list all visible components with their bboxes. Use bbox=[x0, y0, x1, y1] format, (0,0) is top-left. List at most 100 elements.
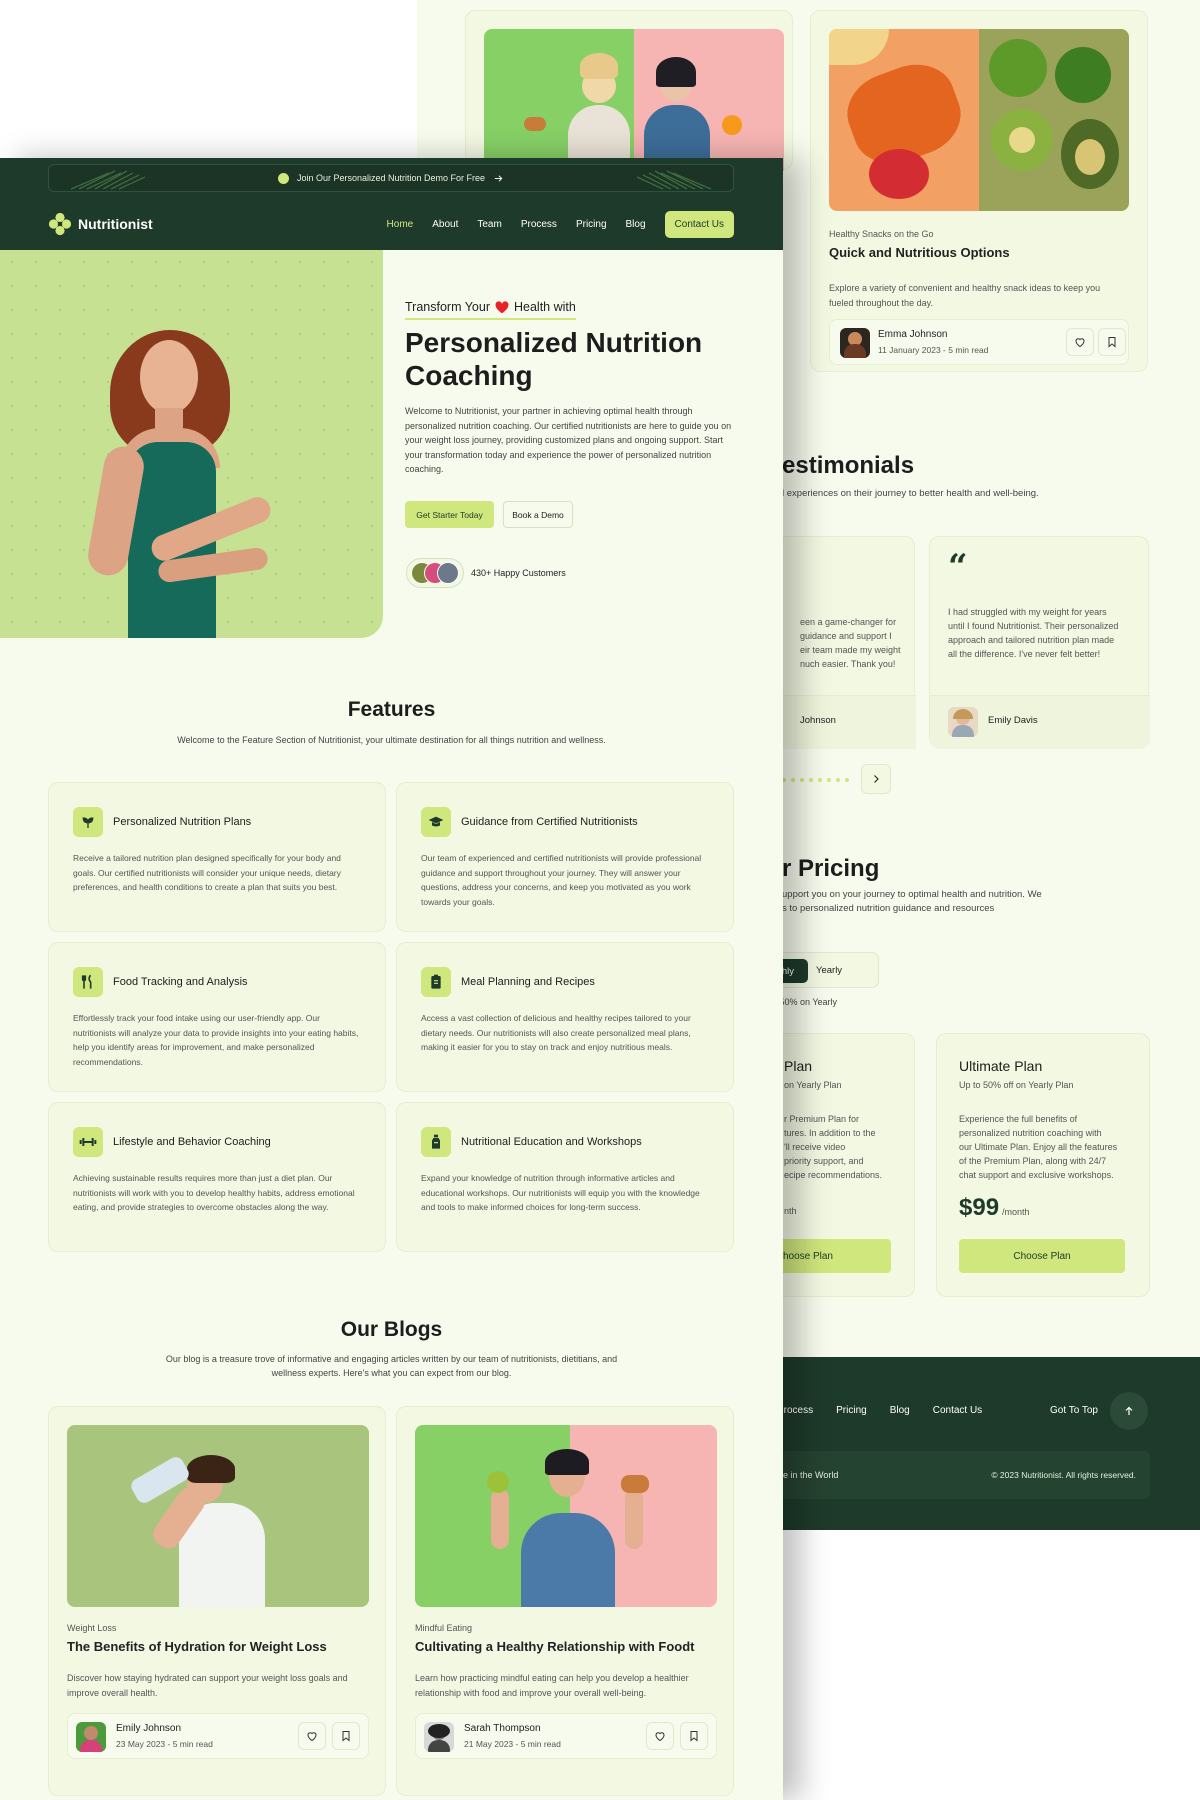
footer-link-blog[interactable]: Blog bbox=[890, 1405, 910, 1416]
nav-blog[interactable]: Blog bbox=[626, 219, 646, 230]
heart-icon bbox=[1075, 338, 1085, 348]
toggle-yearly[interactable]: Yearly bbox=[816, 965, 842, 976]
plan-price-period: nth bbox=[784, 1206, 797, 1216]
hero-image bbox=[0, 250, 383, 638]
avatar bbox=[840, 328, 870, 358]
announcement-banner[interactable]: Join Our Personalized Nutrition Demo For… bbox=[48, 164, 734, 192]
post-meta: 21 May 2023 - 5 min read bbox=[464, 1739, 561, 1749]
blog-author-bar: Emily Johnson 23 May 2023 - 5 min read bbox=[67, 1713, 369, 1759]
nav-process[interactable]: Process bbox=[521, 219, 557, 230]
blog-category: Mindful Eating bbox=[415, 1623, 473, 1633]
testimonial-line: all the difference. I've never felt bett… bbox=[948, 649, 1101, 659]
choose-plan-button[interactable]: Choose Plan bbox=[959, 1239, 1125, 1273]
feature-description: Achieving sustainable results requires m… bbox=[73, 1173, 355, 1212]
blog-description: Discover how staying hydrated can suppor… bbox=[67, 1673, 348, 1698]
blog-title[interactable]: Cultivating a Healthy Relationship with … bbox=[415, 1639, 695, 1654]
bookmark-button[interactable] bbox=[680, 1722, 708, 1750]
feature-card: Personalized Nutrition Plans Receive a t… bbox=[48, 782, 386, 932]
tagline-end: Health with bbox=[514, 300, 576, 314]
blog-card-back-2[interactable]: Healthy Snacks on the Go Quick and Nutri… bbox=[810, 10, 1148, 372]
plan-line: personalized nutrition coaching with bbox=[959, 1128, 1102, 1138]
contact-button[interactable]: Contact Us bbox=[664, 210, 734, 238]
bookmark-button[interactable] bbox=[1098, 328, 1126, 356]
blog-card[interactable]: Mindful Eating Cultivating a Healthy Rel… bbox=[396, 1406, 734, 1796]
arrow-up-icon bbox=[1125, 1406, 1133, 1415]
book-demo-button[interactable]: Book a Demo bbox=[503, 501, 573, 528]
feature-description: Effortlessly track your food intake usin… bbox=[73, 1013, 359, 1067]
brand-name: Nutritionist bbox=[78, 216, 153, 232]
bottle-icon bbox=[421, 1127, 451, 1157]
go-to-top-button[interactable] bbox=[1110, 1392, 1148, 1430]
feature-card: Meal Planning and Recipes Access a vast … bbox=[396, 942, 734, 1092]
plan-line: tures. In addition to the bbox=[784, 1128, 876, 1138]
feature-description: Our team of experienced and certified nu… bbox=[421, 853, 702, 907]
blog-image-hydration bbox=[67, 1425, 369, 1607]
leaf-right-decoration bbox=[636, 170, 712, 190]
plan-name: Plan bbox=[784, 1058, 813, 1074]
hero-tagline: Transform Your Health with bbox=[405, 300, 576, 320]
nav-team[interactable]: Team bbox=[477, 219, 501, 230]
pricing-card-ultimate: Ultimate Plan Up to 50% off on Yearly Pl… bbox=[936, 1033, 1150, 1297]
clover-logo-icon bbox=[48, 212, 72, 236]
footer-link-contact[interactable]: Contact Us bbox=[933, 1405, 982, 1416]
feature-description: Expand your knowledge of nutrition throu… bbox=[421, 1173, 700, 1212]
blog-description: Learn how practicing mindful eating can … bbox=[415, 1673, 689, 1698]
copyright: © 2023 Nutritionist. All rights reserved… bbox=[991, 1470, 1136, 1480]
footer-nav: Process Pricing Blog Contact Us bbox=[777, 1405, 982, 1416]
post-meta: 23 May 2023 - 5 min read bbox=[116, 1739, 213, 1749]
nav-home[interactable]: Home bbox=[387, 219, 414, 230]
blogs-title: Our Blogs bbox=[340, 1318, 443, 1341]
footer-link-pricing[interactable]: Pricing bbox=[836, 1405, 867, 1416]
bookmark-icon bbox=[690, 1731, 698, 1742]
happy-customers: 430+ Happy Customers bbox=[471, 568, 566, 578]
get-started-button[interactable]: Get Starter Today bbox=[405, 501, 494, 528]
post-meta: 11 January 2023 - 5 min read bbox=[878, 345, 989, 355]
testimonials-title: estimonials bbox=[782, 452, 915, 479]
go-to-top-label[interactable]: Got To Top bbox=[1050, 1405, 1098, 1416]
blogs-subtitle-line: Our blog is a treasure trove of informat… bbox=[165, 1354, 618, 1364]
nav-pricing[interactable]: Pricing bbox=[576, 219, 607, 230]
author-name: Sarah Thompson bbox=[464, 1723, 541, 1734]
footer-left-text: re in the World bbox=[780, 1470, 839, 1480]
feature-title: Personalized Nutrition Plans bbox=[113, 816, 252, 828]
plan-line: of the Premium Plan, along with 24/7 bbox=[959, 1156, 1107, 1166]
testimonial-next-button[interactable] bbox=[861, 764, 891, 794]
fork-knife-icon bbox=[73, 967, 103, 997]
brand-logo[interactable]: Nutritionist bbox=[48, 212, 153, 236]
testimonial-line: guidance and support I bbox=[800, 631, 892, 641]
testimonial-line: I had struggled with my weight for years bbox=[948, 607, 1107, 617]
bookmark-button[interactable] bbox=[332, 1722, 360, 1750]
main-menu: Home About Team Process Pricing Blog Con… bbox=[387, 210, 734, 238]
feature-card: Nutritional Education and Workshops Expa… bbox=[396, 1102, 734, 1252]
testimonial-pagination-dots[interactable] bbox=[782, 778, 849, 782]
blog-card-back-1[interactable] bbox=[465, 10, 793, 171]
feature-title: Lifestyle and Behavior Coaching bbox=[113, 1136, 271, 1148]
blog-card[interactable]: Weight Loss The Benefits of Hydration fo… bbox=[48, 1406, 386, 1796]
feature-card: Lifestyle and Behavior Coaching Achievin… bbox=[48, 1102, 386, 1252]
plan-line: chat support and exclusive workshops. bbox=[959, 1170, 1114, 1180]
feature-description: Access a vast collection of delicious an… bbox=[421, 1013, 691, 1052]
nav-about[interactable]: About bbox=[432, 219, 458, 230]
header: Join Our Personalized Nutrition Demo For… bbox=[0, 158, 783, 250]
feature-card: Guidance from Certified Nutritionists Ou… bbox=[396, 782, 734, 932]
plan-subtitle: on Yearly Plan bbox=[784, 1080, 842, 1090]
plan-price: $99 bbox=[959, 1194, 1000, 1221]
like-button[interactable] bbox=[298, 1722, 326, 1750]
pricing-subtitle-line: upport you on your journey to optimal he… bbox=[782, 889, 1042, 900]
testimonial-line: een a game-changer for bbox=[800, 617, 897, 627]
avatar bbox=[424, 1722, 454, 1752]
feature-title: Food Tracking and Analysis bbox=[113, 976, 248, 988]
dumbbell-icon bbox=[73, 1127, 103, 1157]
testimonial-card-2: “ I had struggled with my weight for yea… bbox=[929, 536, 1150, 749]
plan-price-period: /month bbox=[1002, 1207, 1030, 1217]
blog-title[interactable]: The Benefits of Hydration for Weight Los… bbox=[67, 1639, 327, 1654]
blog-title[interactable]: Quick and Nutritious Options bbox=[829, 245, 1010, 260]
blog-author-bar: Sarah Thompson 21 May 2023 - 5 min read bbox=[415, 1713, 717, 1759]
feature-card: Food Tracking and Analysis Effortlessly … bbox=[48, 942, 386, 1092]
blog-category: Healthy Snacks on the Go bbox=[829, 229, 934, 239]
plan-line: 'll receive video bbox=[784, 1142, 846, 1152]
quote-icon: “ bbox=[948, 547, 968, 587]
like-button[interactable] bbox=[646, 1722, 674, 1750]
foreground-page: Join Our Personalized Nutrition Demo For… bbox=[0, 158, 783, 1800]
like-button[interactable] bbox=[1066, 328, 1094, 356]
